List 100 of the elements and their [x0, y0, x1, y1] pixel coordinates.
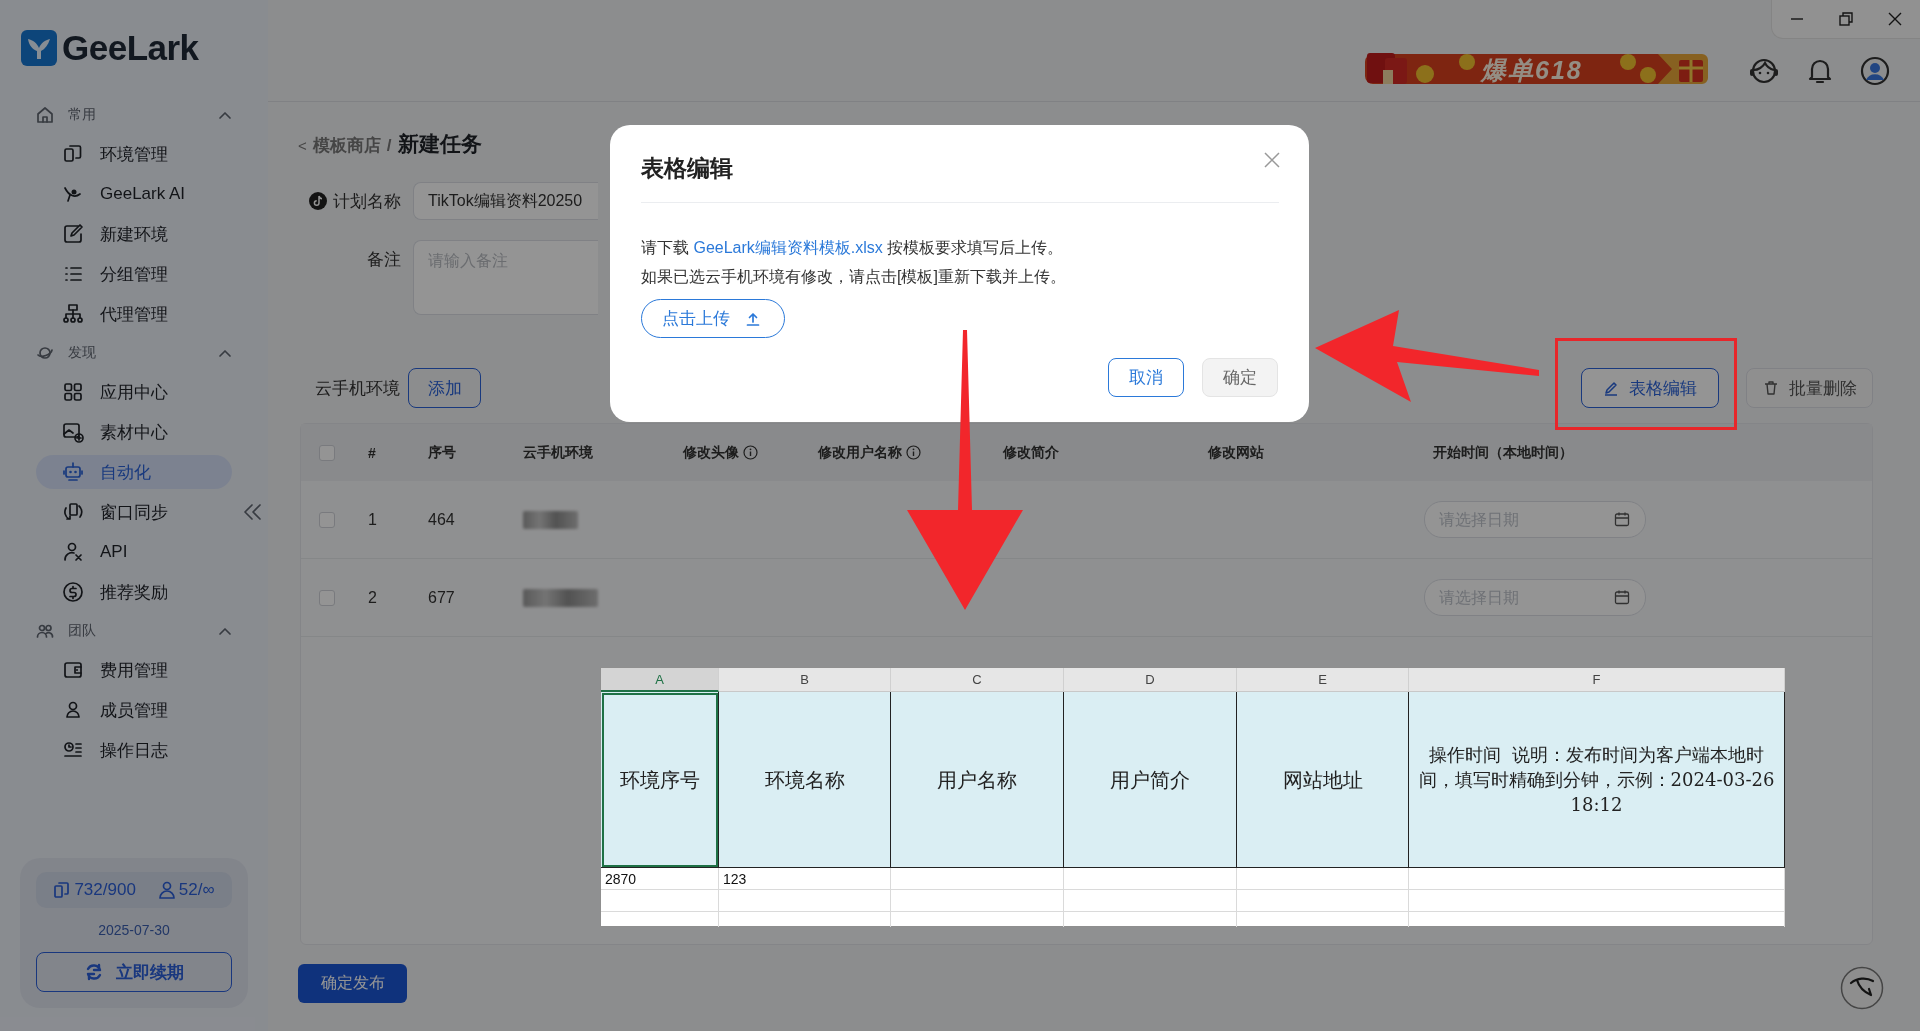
sidebar-item[interactable]: GeeLark AI	[36, 177, 232, 211]
column-header: 修改简介	[1003, 443, 1059, 462]
section-label: 团队	[68, 622, 97, 640]
robot-icon	[62, 461, 84, 483]
sidebar-item[interactable]: 成员管理	[36, 693, 232, 727]
user-icon	[157, 880, 176, 900]
column-letter[interactable]: B	[719, 668, 891, 692]
avatar-icon[interactable]	[1860, 56, 1890, 86]
sheet-header-cell: 用户名称	[891, 692, 1064, 868]
column-header: 修改用户名称	[818, 443, 902, 462]
plan-name-field[interactable]: TikTok编辑资料20250	[413, 182, 598, 220]
column-header: #	[368, 444, 376, 461]
tiktok-icon	[309, 192, 327, 210]
upload-button[interactable]: 点击上传	[641, 299, 785, 338]
sidebar-item[interactable]: 窗口同步	[36, 495, 232, 529]
close-icon[interactable]	[1887, 11, 1904, 27]
edit-icon	[62, 223, 84, 245]
bulk-delete-button[interactable]: 批量删除	[1746, 368, 1873, 408]
instruction-text: 请下载 GeeLark编辑资料模板.xlsx 按模板要求填写后上传。	[641, 238, 1065, 258]
field-label: 备注	[367, 248, 401, 271]
back-link[interactable]: <	[298, 137, 307, 154]
logo-icon	[20, 29, 58, 67]
column-letter[interactable]: F	[1409, 668, 1785, 692]
field-label: 计划名称	[333, 190, 401, 213]
sheet-header-cell: 操作时间 说明：发布时间为客户端本地时间，填写时精确到分钟，示例：2024-03-26 18:12	[1409, 692, 1785, 868]
api-icon	[62, 541, 84, 563]
table-cell: 2	[368, 588, 377, 607]
table-edit-button[interactable]: 表格编辑	[1581, 368, 1719, 408]
breadcrumb-separator: /	[386, 136, 392, 156]
caret-up-icon[interactable]	[218, 348, 232, 358]
device-icon	[62, 143, 84, 165]
caret-up-icon[interactable]	[218, 626, 232, 636]
restore-icon[interactable]	[1838, 11, 1854, 27]
member-count: 52/∞	[178, 880, 215, 900]
promo-text[interactable]: 爆单618	[1481, 54, 1583, 87]
instruction-text: 如果已选云手机环境有修改，请点击[模板]重新下载并上传。	[641, 267, 1067, 287]
checkbox[interactable]	[319, 589, 335, 606]
grid-icon	[62, 381, 84, 403]
sync-icon	[62, 501, 84, 523]
table-cell: 1	[368, 510, 377, 529]
dialog-title: 表格编辑	[641, 154, 733, 183]
sidebar-item[interactable]: 费用管理	[36, 653, 232, 687]
table-cell: 677	[428, 588, 455, 607]
sidebar-item[interactable]: 代理管理	[36, 297, 232, 331]
sheet-header-cell: 用户简介	[1064, 692, 1237, 868]
expiry-date: 2025-07-30	[98, 922, 170, 938]
dollar-icon	[62, 581, 84, 603]
support-icon[interactable]	[1748, 56, 1780, 86]
team-icon	[36, 622, 54, 640]
info-icon	[743, 445, 758, 460]
page-title: 新建任务	[397, 131, 482, 157]
sidebar-item[interactable]: API	[36, 535, 232, 569]
sheet-header-cell: 环境名称	[719, 692, 891, 868]
column-header: 修改网站	[1208, 443, 1264, 462]
sidebar-item[interactable]: 自动化	[36, 455, 232, 489]
column-header: 开始时间（本地时间）	[1433, 443, 1573, 462]
checkbox[interactable]	[319, 511, 335, 528]
calendar-icon[interactable]	[1614, 589, 1630, 605]
network-icon	[62, 303, 84, 325]
sidebar-item[interactable]: 推荐奖励	[36, 575, 232, 609]
device-icon	[53, 880, 72, 900]
renew-button[interactable]: 立即续期	[36, 952, 232, 992]
sheet-header-cell: 环境序号	[601, 692, 719, 868]
sidebar-item[interactable]: 新建环境	[36, 217, 232, 251]
cancel-button[interactable]: 取消	[1108, 358, 1184, 397]
upload-icon	[746, 310, 760, 327]
close-icon[interactable]	[1263, 151, 1281, 169]
sidebar-item[interactable]: 素材中心	[36, 415, 232, 449]
refresh-icon	[84, 962, 104, 982]
template-link[interactable]: GeeLark编辑资料模板.xlsx	[693, 239, 883, 256]
column-letter[interactable]: C	[891, 668, 1064, 692]
app-name: GeeLark	[62, 28, 199, 68]
home-icon	[36, 106, 54, 124]
checkbox[interactable]	[319, 444, 335, 461]
column-header: 云手机环境	[523, 443, 593, 462]
collapse-icon[interactable]	[242, 502, 264, 522]
section-label: 发现	[68, 344, 97, 362]
blurred-text	[523, 510, 578, 529]
sidebar-item[interactable]: 分组管理	[36, 257, 232, 291]
caret-up-icon[interactable]	[218, 110, 232, 120]
publish-button[interactable]: 确定发布	[298, 964, 407, 1003]
info-icon	[906, 445, 921, 460]
circle-logo-icon[interactable]	[1840, 966, 1884, 1010]
breadcrumb-link[interactable]: 模板商店	[312, 134, 381, 157]
column-letter[interactable]: E	[1237, 668, 1409, 692]
column-header: 序号	[428, 443, 456, 462]
sidebar-item[interactable]: 操作日志	[36, 733, 232, 767]
sheet-cell: 2870	[601, 868, 719, 890]
sheet-header-cell: 网站地址	[1237, 692, 1409, 868]
wallet-icon	[62, 659, 84, 681]
add-button[interactable]: 添加	[408, 368, 481, 408]
column-letter[interactable]: A	[601, 668, 719, 692]
column-header: 修改头像	[683, 443, 739, 462]
sidebar-item[interactable]: 环境管理	[36, 137, 232, 171]
section-label: 常用	[68, 106, 97, 124]
sheet-cell: 123	[719, 868, 891, 890]
column-letter[interactable]: D	[1064, 668, 1237, 692]
calendar-icon[interactable]	[1614, 511, 1630, 527]
pencil-icon	[1603, 380, 1619, 396]
sidebar-item[interactable]: 应用中心	[36, 375, 232, 409]
